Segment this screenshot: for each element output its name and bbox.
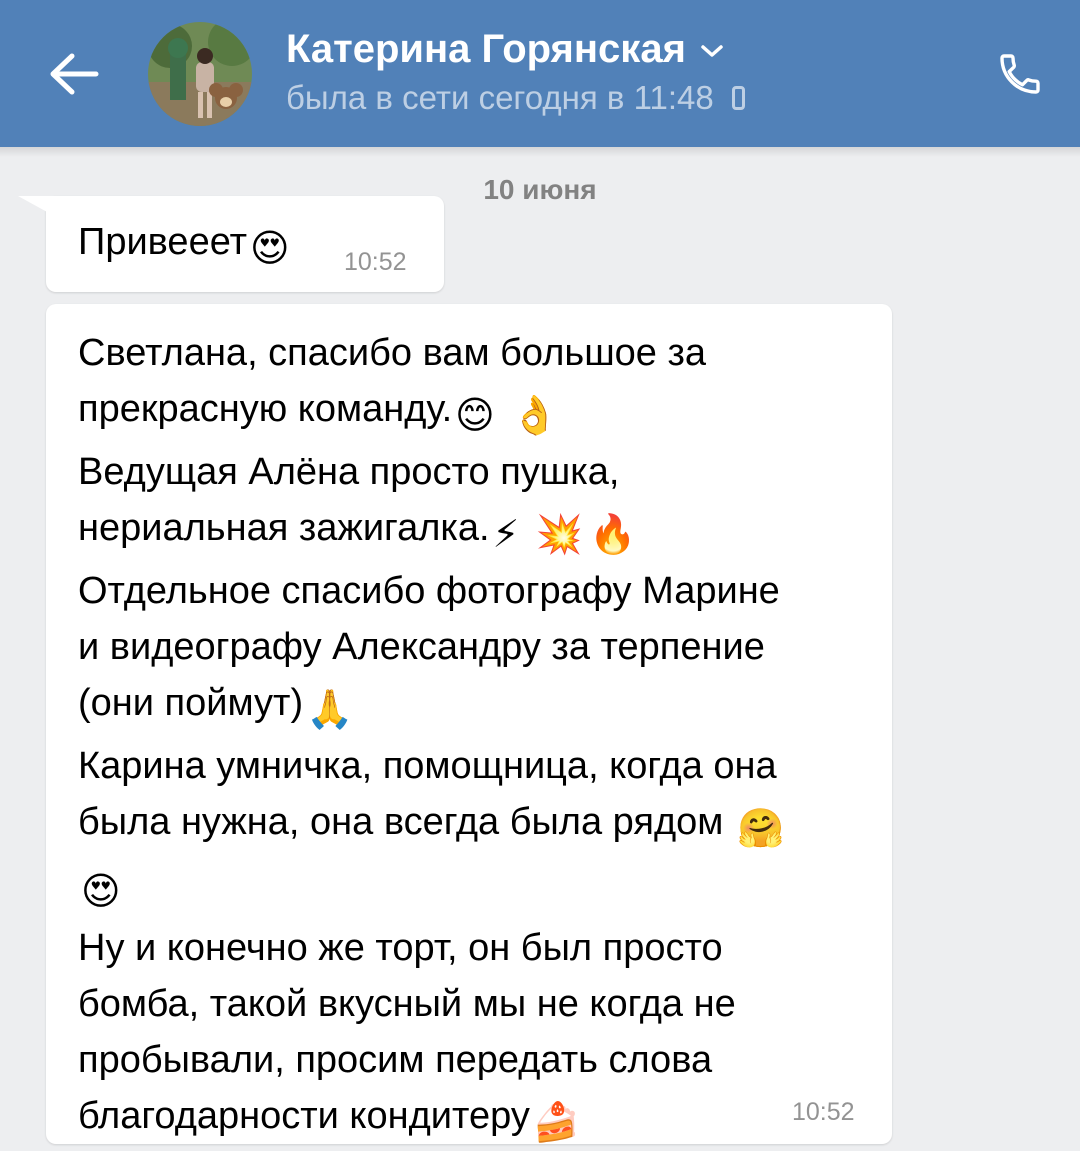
message-line: прекрасную команду.😊 👌 bbox=[78, 381, 878, 444]
message-bubble[interactable]: Привееет😍 10:52 bbox=[18, 196, 444, 292]
hugging-emoji: 🤗 bbox=[736, 808, 785, 850]
message-time: 10:52 bbox=[344, 248, 407, 276]
message-text: Привееет😍 bbox=[78, 214, 293, 277]
avatar[interactable] bbox=[148, 22, 252, 126]
mobile-icon bbox=[731, 86, 745, 110]
back-button[interactable] bbox=[44, 44, 104, 104]
message-line: Ну и конечно же торт, он был просто bbox=[78, 927, 723, 969]
message-line: (они поймут)🙏 bbox=[78, 675, 878, 738]
message-bubble[interactable]: Светлана, спасибо вам большое за прекрасн… bbox=[46, 304, 892, 1144]
call-button[interactable] bbox=[990, 44, 1050, 104]
chat-header: Катерина Горянская была в сети сегодня в… bbox=[0, 0, 1080, 147]
message-line: нериальная зажигалка.⚡ 💥 🔥 bbox=[78, 500, 878, 563]
message-line: благодарности кондитеру🍰 bbox=[78, 1088, 878, 1151]
bubble-tail bbox=[18, 196, 58, 218]
message-line: была нужна, она всегда была рядом 🤗 bbox=[78, 794, 878, 857]
chevron-down-icon bbox=[701, 45, 723, 57]
message-line: 😍 bbox=[78, 857, 878, 920]
chat-title[interactable]: Катерина Горянская была в сети сегодня в… bbox=[286, 26, 745, 120]
cake-emoji: 🍰 bbox=[532, 1102, 581, 1144]
praying-hands-emoji: 🙏 bbox=[306, 689, 354, 731]
fire-emoji: 🔥 bbox=[589, 514, 637, 556]
message-line: Ведущая Алёна просто пушка, bbox=[78, 451, 620, 493]
ok-hand-emoji: 👌 bbox=[511, 395, 559, 437]
phone-icon bbox=[1000, 54, 1040, 94]
message-line: Карина умничка, помощница, когда она bbox=[78, 745, 777, 787]
heart-eyes-emoji: 😍 bbox=[81, 871, 121, 913]
avatar-photo bbox=[148, 22, 252, 126]
message-line: бомба, такой вкусный мы не когда не bbox=[78, 983, 736, 1025]
heart-eyes-emoji: 😍 bbox=[249, 228, 290, 270]
contact-name[interactable]: Катерина Горянская bbox=[286, 26, 745, 72]
message-line: и видеографу Александру за терпение bbox=[78, 626, 765, 668]
message-line: Отдельное спасибо фотографу Марине bbox=[78, 570, 780, 612]
online-status: была в сети сегодня в 11:48 bbox=[286, 76, 745, 120]
contact-name-text: Катерина Горянская bbox=[286, 27, 686, 71]
collision-emoji: 💥 bbox=[535, 514, 584, 556]
lightning-emoji: ⚡ bbox=[492, 514, 520, 556]
message-text: Светлана, спасибо вам большое за прекрасн… bbox=[78, 325, 878, 1151]
smiling-emoji: 😊 bbox=[455, 395, 495, 437]
message-line: Светлана, спасибо вам большое за bbox=[78, 332, 707, 374]
message-line: пробывали, просим передать слова bbox=[78, 1039, 713, 1081]
arrow-left-icon bbox=[50, 53, 99, 95]
header-shadow bbox=[0, 147, 1080, 157]
status-text: была в сети сегодня в 11:48 bbox=[286, 79, 714, 116]
